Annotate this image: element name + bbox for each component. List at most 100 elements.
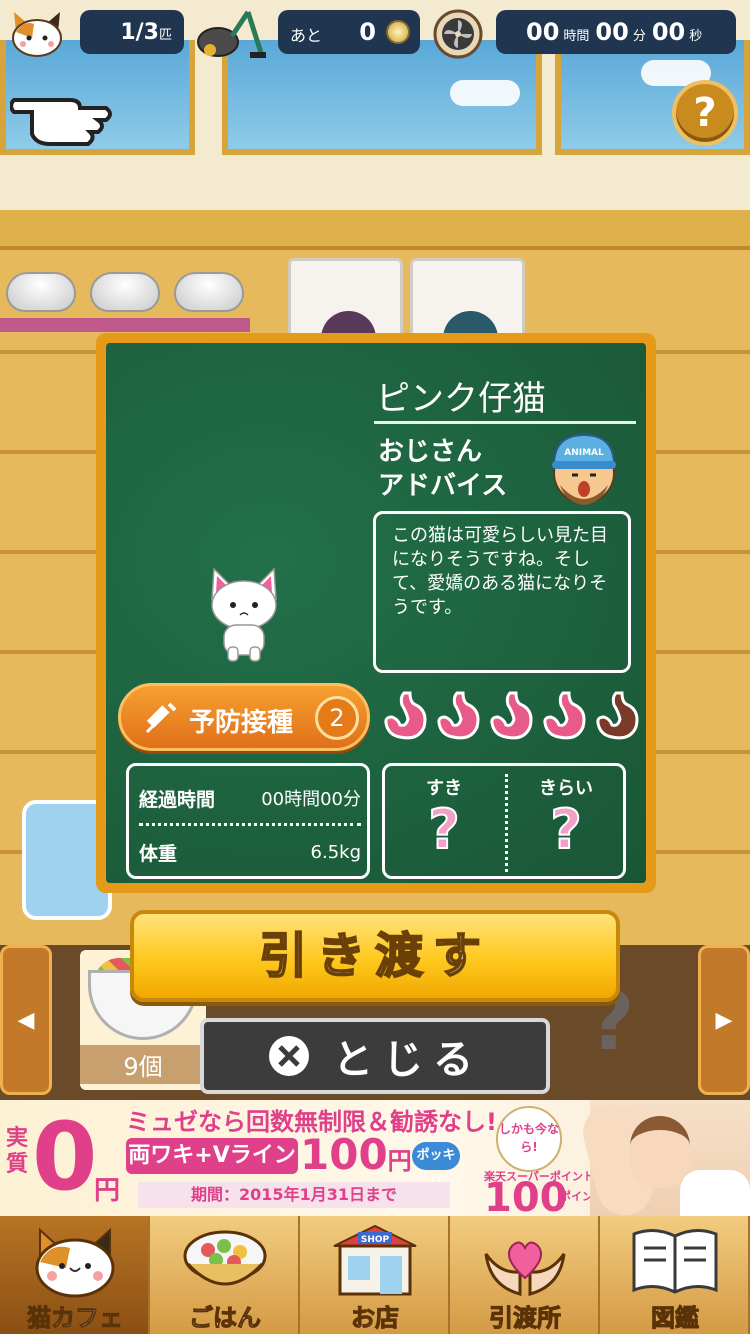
timer-seconds-unit: 秒 <box>689 29 703 44</box>
model-shirt <box>680 1170 750 1216</box>
water-bowl[interactable] <box>6 272 76 312</box>
vaccine-label: 予防接種 <box>189 708 294 738</box>
timer-minutes-unit: 分 <box>632 29 646 44</box>
cat-count: 1/3 <box>120 20 159 45</box>
pink-kitten-sprite[interactable] <box>206 565 282 665</box>
kitten-info-dialog: ピンク仔猫 おじさん アドバイス ANIMAL この猫は可愛らしい見た目になりそ… <box>96 333 656 893</box>
handover-button[interactable]: 引き渡す <box>130 910 620 1002</box>
cat-count-unit: 匹 <box>158 28 172 43</box>
likes-label: すき <box>426 778 462 799</box>
close-label: とじる <box>333 1037 483 1083</box>
ojisan-cap-text: ANIMAL <box>564 448 604 458</box>
ad-price-unit: 円 <box>387 1147 412 1175</box>
elapsed-time-label: 経過時間 <box>139 788 216 811</box>
ad-jisshitsu: 実質 <box>6 1126 29 1177</box>
help-button[interactable]: ? <box>672 80 738 146</box>
vacuum-cleaner-icon[interactable] <box>196 6 266 60</box>
vaccine-count: 2 <box>315 696 359 740</box>
tray-next-arrow: ▶ <box>715 1007 733 1033</box>
stomach-full-icon <box>437 691 480 740</box>
ad-period: 期間：2015年1月31日まで <box>138 1182 450 1208</box>
ad-zero-price: 0 <box>32 1103 98 1212</box>
close-button[interactable]: とじる <box>200 1018 550 1094</box>
close-icon <box>269 1036 309 1076</box>
ojisan-advisor-icon: ANIMAL <box>552 433 616 505</box>
dislikes-column: きらい ? <box>507 774 625 861</box>
ad-badge: しかも今なら! <box>496 1106 562 1172</box>
heart-hands-icon <box>484 1241 566 1296</box>
advice-title-line1: おじさん <box>378 437 483 467</box>
cat-face-icon <box>12 12 62 57</box>
elapsed-time-value: 00時間00分 <box>261 789 361 810</box>
chalkboard: ピンク仔猫 おじさん アドバイス ANIMAL この猫は可愛らしい見た目になりそ… <box>106 343 646 883</box>
ad-zero-yen: 円 <box>94 1176 121 1206</box>
hunger-meter <box>380 689 642 747</box>
name-underline <box>374 421 636 424</box>
nav-food[interactable]: ごはん <box>150 1216 300 1334</box>
coin-value: 0 <box>359 18 376 46</box>
coin-icon <box>386 20 410 44</box>
advice-text-box: この猫は可愛らしい見た目になりそうですね。そして、愛嬌のある猫になりそうです。 <box>373 511 631 673</box>
timer-display: 00 時間 00 分 00 秒 <box>496 10 736 54</box>
fan-icon[interactable] <box>432 8 484 60</box>
pointing-hand-icon[interactable] <box>10 78 118 148</box>
tray-prev-button[interactable]: ◀ <box>0 945 52 1095</box>
weight-row: 体重 6.5kg <box>139 832 361 872</box>
model-head <box>630 1116 690 1188</box>
ad-points: 100 <box>484 1175 568 1216</box>
water-bowl[interactable] <box>174 272 244 312</box>
stomach-full-icon <box>543 691 586 740</box>
nav-shop[interactable]: SHOP お店 <box>300 1216 450 1334</box>
likes-unknown-icon: ? <box>427 798 460 861</box>
nav-label: お店 <box>351 1304 400 1333</box>
bowl-shelf <box>0 318 250 332</box>
timer-hours: 00 <box>526 18 560 46</box>
nav-label: 図鑑 <box>651 1304 700 1333</box>
advice-text: この猫は可愛らしい見た目になりそうですね。そして、愛嬌のある猫になりそうです。 <box>392 525 608 618</box>
bottom-nav: 猫カフェ ごはん SHOP お店 引渡所 図鑑 <box>0 1216 750 1334</box>
timer-minutes: 00 <box>595 18 629 46</box>
ad-plan: 両ワキ+Vライン <box>126 1138 298 1174</box>
ad-banner[interactable]: 実質 0 円 ミュゼなら回数無制限＆勧誘なし! 両ワキ+Vライン 100円 ポッ… <box>0 1100 750 1216</box>
ad-tag: ポッキリ <box>412 1142 460 1191</box>
coin-display: あと 0 <box>278 10 420 54</box>
wall-beam <box>0 210 750 250</box>
kitten-name: ピンク仔猫 <box>376 379 546 419</box>
nav-handover[interactable]: 引渡所 <box>450 1216 600 1334</box>
tray-prev-arrow: ◀ <box>17 1007 35 1033</box>
timer-hours-unit: 時間 <box>563 29 590 44</box>
book-icon <box>632 1229 718 1294</box>
nav-cat-cafe[interactable]: 猫カフェ <box>0 1216 150 1334</box>
preferences-panel: すき ? きらい ? <box>382 763 626 879</box>
cloud <box>450 80 520 106</box>
vaccine-button[interactable]: 予防接種 2 <box>118 683 370 751</box>
likes-column: すき ? <box>385 774 503 861</box>
water-bowl[interactable] <box>90 272 160 312</box>
nav-encyclopedia[interactable]: 図鑑 <box>600 1216 750 1334</box>
timer-seconds: 00 <box>651 18 686 46</box>
advice-title: おじさん アドバイス <box>378 435 507 503</box>
weight-value: 6.5kg <box>310 841 361 863</box>
dislikes-label: きらい <box>539 778 593 799</box>
shop-sign-text: SHOP <box>361 1235 390 1245</box>
stats-divider <box>139 823 361 826</box>
stomach-full-icon <box>490 691 533 740</box>
advice-title-line2: アドバイス <box>378 471 508 501</box>
ad-price-value: 100 <box>300 1130 388 1179</box>
shop-icon: SHOP <box>333 1224 417 1296</box>
handover-label: 引き渡す <box>258 927 491 985</box>
ad-model-image <box>577 1100 750 1216</box>
cat-face-icon <box>35 1227 115 1298</box>
elapsed-time-row: 経過時間 00時間00分 <box>139 778 361 818</box>
food-bowl-icon <box>183 1230 267 1286</box>
food-count: 9個 <box>80 1045 206 1084</box>
stomach-empty-icon <box>596 691 639 740</box>
cat-count-display: 1/3匹 <box>80 10 184 54</box>
weight-label: 体重 <box>139 842 178 865</box>
syringe-icon <box>145 702 177 734</box>
dislikes-unknown-icon: ? <box>549 798 582 861</box>
ad-price: 100円 <box>300 1132 412 1184</box>
tray-next-button[interactable]: ▶ <box>698 945 750 1095</box>
top-hud: 1/3匹 あと 0 00 時間 00 分 00 秒 <box>0 0 750 64</box>
nav-label: ごはん <box>189 1304 262 1333</box>
